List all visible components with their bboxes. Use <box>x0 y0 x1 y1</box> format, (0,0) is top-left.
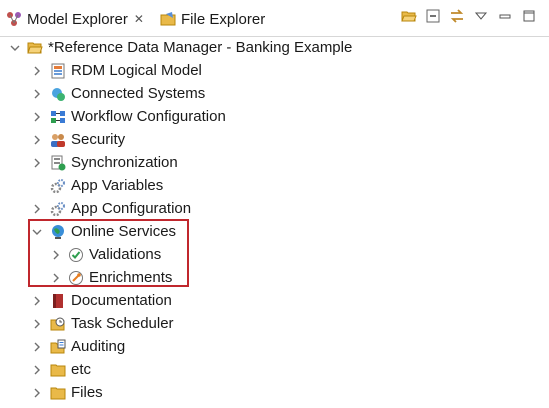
gear-icon <box>50 201 65 216</box>
tree-item-label: Security <box>71 131 126 148</box>
chevron-right-icon[interactable] <box>31 364 43 376</box>
tree-item-synchronization[interactable]: Synchronization <box>31 151 178 174</box>
tree-item-label: Validations <box>89 246 162 263</box>
chevron-right-icon[interactable] <box>31 295 43 307</box>
tree-item-rdm-logical-model[interactable]: RDM Logical Model <box>31 59 202 82</box>
tree-item-label: Task Scheduler <box>71 315 174 332</box>
validation-icon <box>69 247 83 262</box>
view-menu-icon[interactable] <box>473 8 489 24</box>
tree-item-security[interactable]: Security <box>31 128 125 151</box>
chevron-right-icon[interactable] <box>31 341 43 353</box>
chevron-right-icon[interactable] <box>31 157 43 169</box>
chevron-right-icon[interactable] <box>31 65 43 77</box>
security-icon <box>51 133 65 147</box>
tree-root[interactable]: *Reference Data Manager - Banking Exampl… <box>9 36 352 59</box>
tree-item-auditing[interactable]: Auditing <box>31 335 125 358</box>
chevron-down-icon[interactable] <box>31 226 43 238</box>
folder-open-icon <box>27 42 43 53</box>
model-explorer-icon <box>7 12 21 26</box>
chevron-right-icon[interactable] <box>50 249 62 261</box>
folder-icon <box>50 387 66 399</box>
logical-model-icon <box>51 63 65 78</box>
enrichment-icon <box>69 270 83 285</box>
tree-item-label: Synchronization <box>71 154 178 171</box>
tab-file-explorer-label: File Explorer <box>181 10 266 28</box>
tab-model-explorer[interactable]: Model Explorer ✕ <box>6 6 144 32</box>
tree-item-validations[interactable]: Validations <box>50 243 161 266</box>
chevron-right-icon[interactable] <box>31 88 43 100</box>
synchronization-icon <box>51 155 66 170</box>
tree-item-online-services[interactable]: Online Services <box>31 220 176 243</box>
book-icon <box>53 293 63 308</box>
globe-icon <box>52 224 64 239</box>
connected-systems-icon <box>52 87 65 101</box>
folder-open-icon[interactable] <box>401 8 417 24</box>
tree-root-label: *Reference Data Manager - Banking Exampl… <box>48 39 353 56</box>
tree-item-etc[interactable]: etc <box>31 358 91 381</box>
tree-item-label: Auditing <box>71 338 126 355</box>
tree-item-task-scheduler[interactable]: Task Scheduler <box>31 312 174 335</box>
chevron-down-icon[interactable] <box>9 42 21 54</box>
tab-file-explorer[interactable]: File Explorer <box>160 6 265 32</box>
chevron-right-icon[interactable] <box>31 318 43 330</box>
collapse-all-icon[interactable] <box>425 8 441 24</box>
workflow-icon <box>51 110 65 123</box>
tree-item-label: Connected Systems <box>71 85 206 102</box>
tree-item-documentation[interactable]: Documentation <box>31 289 172 312</box>
file-explorer-icon <box>160 12 176 26</box>
chevron-right-icon[interactable] <box>50 272 62 284</box>
tree-item-connected-systems[interactable]: Connected Systems <box>31 82 205 105</box>
view-tab-bar: Model Explorer ✕ File Explorer <box>0 0 549 37</box>
maximize-icon[interactable] <box>521 8 537 24</box>
tree-item-label: etc <box>71 361 92 378</box>
tree-item-app-configuration[interactable]: App Configuration <box>31 197 191 220</box>
tree-item-label: Enrichments <box>89 269 173 286</box>
tree-item-label: Online Services <box>71 223 177 240</box>
chevron-right-icon[interactable] <box>31 111 43 123</box>
tree-item-label: Files <box>71 384 103 401</box>
tree-item-app-variables[interactable]: App Variables <box>31 174 163 197</box>
tree-item-enrichments[interactable]: Enrichments <box>50 266 172 289</box>
chevron-right-icon[interactable] <box>31 203 43 215</box>
tree-item-label: Workflow Configuration <box>71 108 226 125</box>
tree-item-files[interactable]: Files <box>31 381 103 404</box>
tree-item-label: RDM Logical Model <box>71 62 202 79</box>
tree-item-label: App Variables <box>71 177 164 194</box>
tree-item-label: Documentation <box>71 292 172 309</box>
auditing-icon <box>50 339 66 353</box>
minimize-icon[interactable] <box>497 8 513 24</box>
gear-icon <box>50 178 65 193</box>
folder-icon <box>50 364 66 376</box>
link-with-editor-icon[interactable] <box>449 8 465 24</box>
chevron-right-icon[interactable] <box>31 134 43 146</box>
tree-item-label: App Configuration <box>71 200 192 217</box>
tab-model-explorer-label: Model Explorer <box>27 10 128 28</box>
close-icon[interactable]: ✕ <box>134 12 144 26</box>
chevron-right-icon[interactable] <box>31 387 43 399</box>
tree-item-workflow-configuration[interactable]: Workflow Configuration <box>31 105 226 128</box>
task-scheduler-icon <box>50 317 65 330</box>
